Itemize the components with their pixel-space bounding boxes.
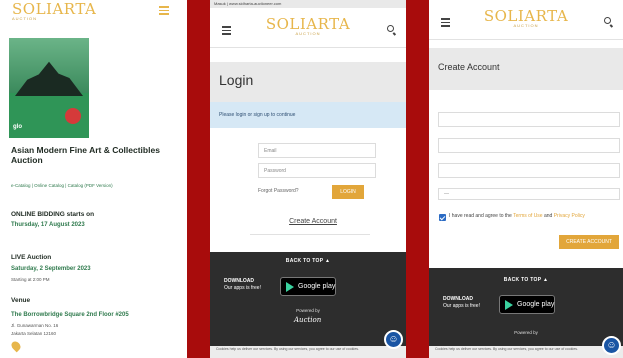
accessibility-icon[interactable]: ☺: [602, 336, 621, 355]
page-title: Create Account: [438, 62, 500, 72]
poster-red-dot: [65, 108, 81, 124]
back-to-top-link[interactable]: BACK TO TOP ▲: [429, 277, 623, 283]
page-header: Login: [210, 62, 406, 102]
play-store-icon: [505, 300, 513, 310]
create-account-screen: SOLIARTA AUCTION Create Account — I have…: [429, 0, 623, 358]
password-input[interactable]: [438, 163, 620, 178]
cookie-notice: Cookies help us deliver our services. By…: [429, 346, 623, 358]
terms-of-use-link[interactable]: Terms of Use: [513, 213, 542, 219]
login-notice: Please login or sign up to continue: [210, 102, 406, 128]
cookie-notice: Cookies help us deliver our services. By…: [210, 346, 406, 358]
hamburger-menu-icon[interactable]: [159, 6, 169, 17]
poster-caption: glo: [13, 124, 22, 130]
venue-address-line1: Jl. Gunawarman No. 16: [11, 323, 59, 328]
site-header: SOLIARTA AUCTION: [429, 0, 623, 40]
powered-by-label: Powered by: [514, 330, 538, 335]
google-play-label: Google play: [517, 301, 555, 308]
forgot-password-link[interactable]: Forgot Password?: [258, 188, 299, 194]
email-input[interactable]: [438, 138, 620, 153]
and-label: and: [543, 213, 553, 219]
auction-detail-screen: SOLIARTA AUCTION glo Asian Modern Fine A…: [0, 0, 187, 358]
back-to-top-link[interactable]: BACK TO TOP ▲: [210, 258, 406, 264]
venue-address-line2: Jakarta Selatan 12160: [11, 331, 57, 336]
google-play-button[interactable]: Google play: [280, 277, 336, 296]
brand-logo[interactable]: SOLIARTA AUCTION: [210, 17, 406, 36]
create-account-button[interactable]: CREATE ACCOUNT: [559, 235, 619, 249]
logo-text: SOLIARTA: [265, 15, 351, 33]
privacy-policy-link[interactable]: Privacy Policy: [554, 213, 585, 219]
map-pin-icon[interactable]: [9, 339, 23, 353]
play-store-icon: [286, 282, 294, 292]
divider: [250, 234, 370, 235]
auction-title: Asian Modern Fine Art & Collectibles Auc…: [11, 145, 160, 165]
live-auction-date: Saturday, 2 September 2023: [11, 266, 91, 272]
logo-text: SOLIARTA: [483, 7, 569, 25]
site-header: SOLIARTA AUCTION: [210, 8, 406, 48]
logo-subtitle: AUCTION: [295, 31, 321, 36]
brand-logo[interactable]: SOLIARTA AUCTION: [12, 2, 96, 21]
search-icon[interactable]: [387, 25, 394, 32]
download-subtext: Our apps is free!: [443, 302, 480, 309]
agree-label: I have read and agree to the: [449, 213, 512, 219]
download-text: DOWNLOAD Our apps is free!: [443, 296, 480, 309]
venue-label: Venue: [11, 297, 31, 304]
powered-by-label: Powered by: [296, 308, 320, 313]
live-auction-time: Starting at 2:00 PM: [11, 277, 50, 282]
country-select[interactable]: —: [438, 188, 620, 200]
name-input[interactable]: [438, 112, 620, 127]
venue-name[interactable]: The Borrowbridge Square 2nd Floor #205: [11, 312, 129, 318]
page-header: Create Account: [429, 48, 623, 90]
password-input[interactable]: Password: [258, 163, 376, 178]
download-text: DOWNLOAD Our apps is free!: [224, 278, 261, 291]
browser-url-bar[interactable]: Masuk | www.sidharta-auctioneer.com: [210, 0, 406, 8]
online-bidding-date: Thursday, 17 August 2023: [11, 222, 85, 228]
auction-logo[interactable]: Auction: [294, 316, 321, 324]
agree-checkbox[interactable]: [439, 214, 446, 221]
auction-poster-image[interactable]: glo: [9, 38, 89, 138]
google-play-button[interactable]: Google play: [499, 295, 555, 314]
create-account-link[interactable]: Create Account: [270, 218, 356, 225]
login-screen: Masuk | www.sidharta-auctioneer.com SOLI…: [210, 0, 406, 358]
agree-text: I have read and agree to the Terms of Us…: [449, 213, 617, 221]
google-play-label: Google play: [298, 283, 336, 290]
email-input[interactable]: Email: [258, 143, 376, 158]
logo-text: SOLIARTA: [12, 0, 97, 18]
logo-subtitle: AUCTION: [513, 23, 539, 28]
online-bidding-label: ONLINE BIDDING starts on: [11, 211, 95, 218]
site-footer: BACK TO TOP ▲ DOWNLOAD Our apps is free!…: [210, 252, 406, 358]
page-title: Login: [219, 72, 254, 88]
download-subtext: Our apps is free!: [224, 284, 261, 291]
accessibility-icon[interactable]: ☺: [384, 330, 403, 349]
search-icon[interactable]: [604, 17, 611, 24]
live-auction-label: LIVE Auction: [11, 254, 52, 261]
site-footer: BACK TO TOP ▲ DOWNLOAD Our apps is free!…: [429, 268, 623, 358]
catalog-links[interactable]: e-Catalog | Online Catalog | Catalog (PD…: [11, 183, 113, 188]
login-button[interactable]: LOGIN: [332, 185, 364, 199]
brand-logo[interactable]: SOLIARTA AUCTION: [429, 9, 623, 28]
